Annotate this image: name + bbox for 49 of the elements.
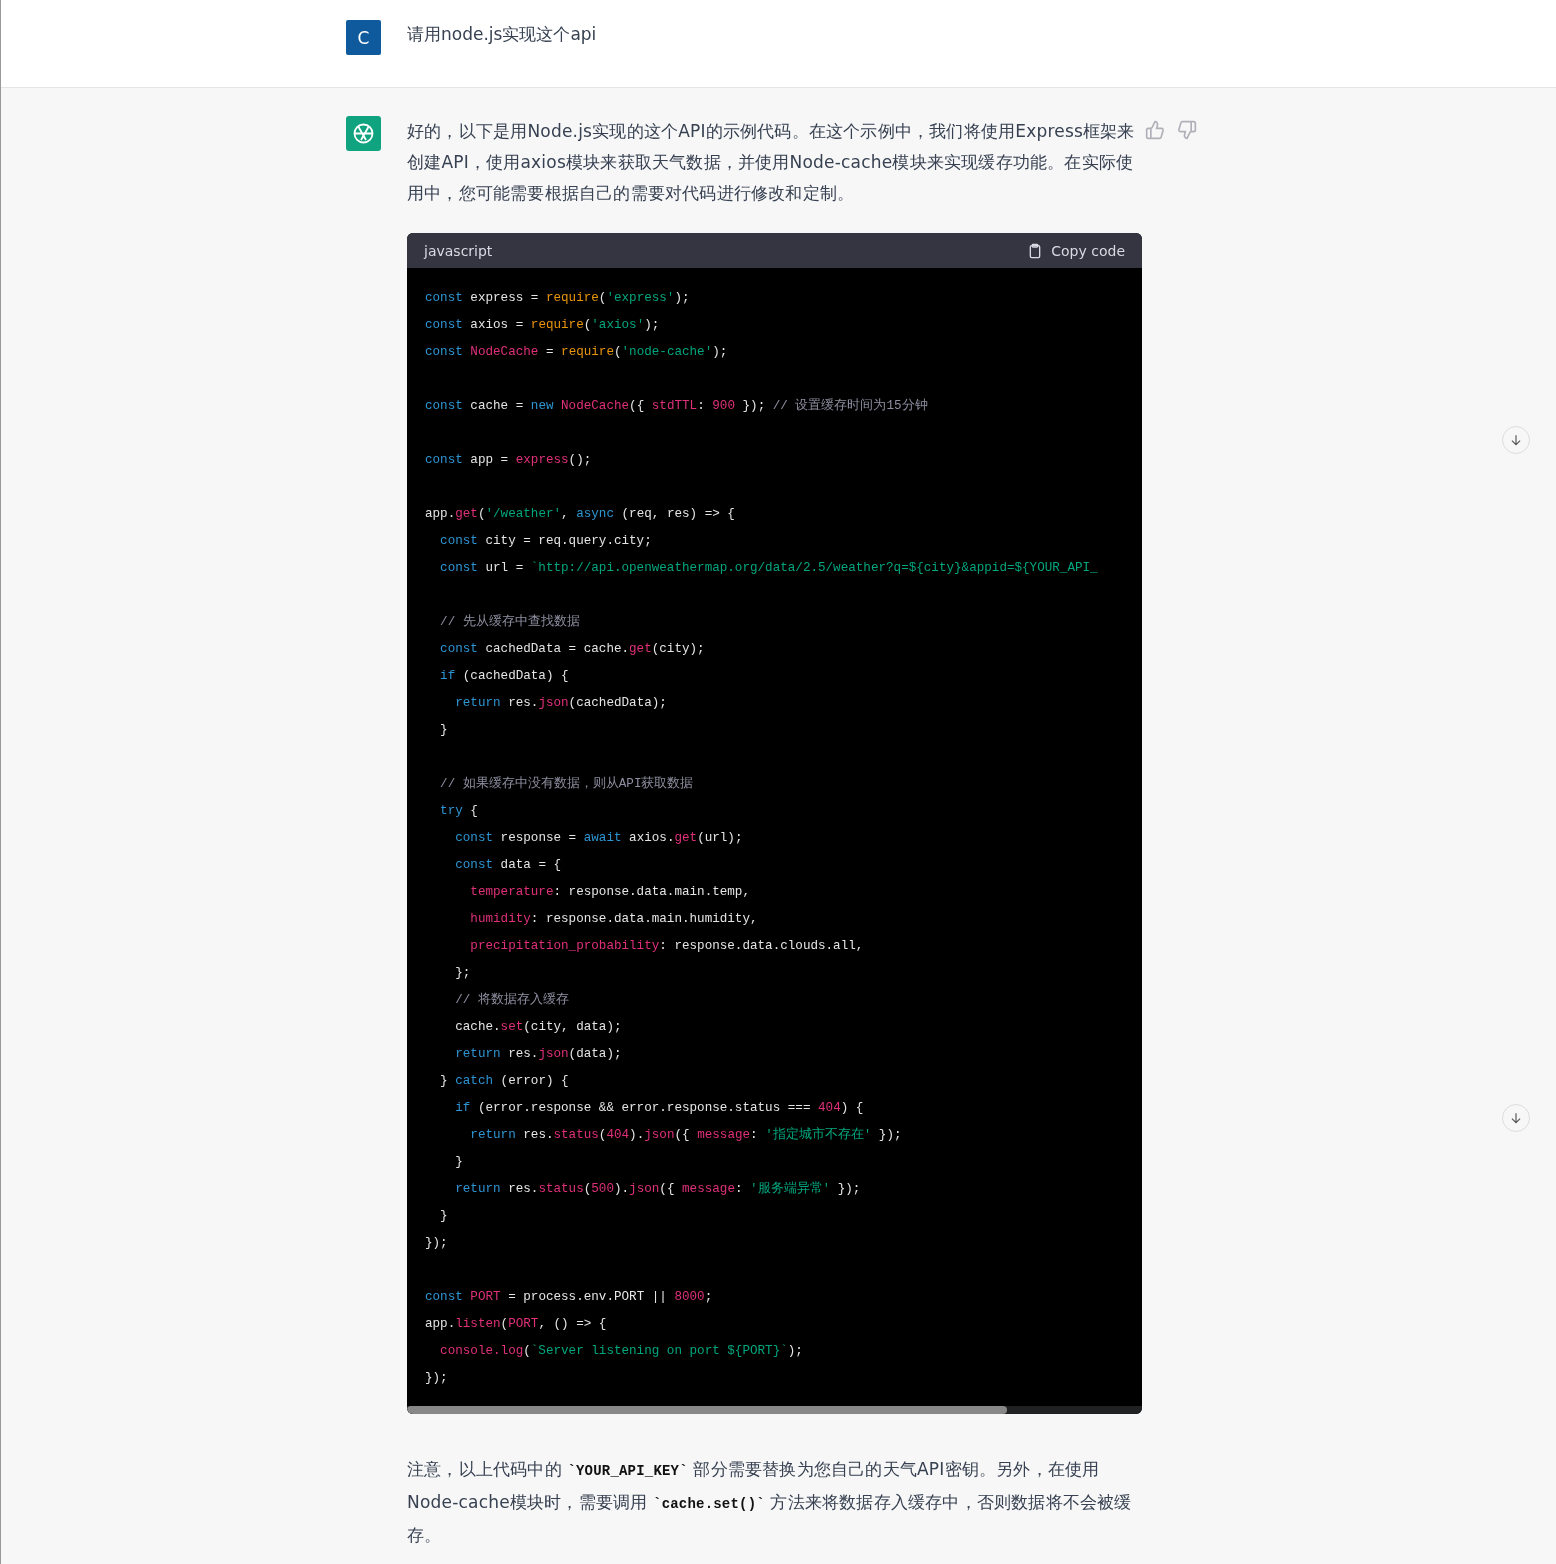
- code-line: if (error.response && error.response.status === 404) {: [454, 1100, 864, 1117]
- code-line: const response = await axios.get(url);: [454, 830, 743, 847]
- code-line: return res.json(data);: [454, 1046, 622, 1063]
- arrow-down-icon: [1509, 433, 1523, 447]
- code-line: }: [439, 722, 448, 739]
- code-line: humidity: response.data.main.humidity,: [469, 911, 758, 928]
- copy-code-button[interactable]: Copy code: [1027, 242, 1125, 259]
- code-line: });: [425, 1235, 448, 1252]
- code-line: return res.json(cachedData);: [454, 695, 667, 712]
- code-line: // 将数据存入缓存: [454, 991, 569, 1009]
- code-line: console.log(`Server listening on port ${PORT}`);: [439, 1343, 803, 1360]
- user-message: 请用node.js实现这个api: [407, 23, 597, 46]
- code-line: const axios = require('axios');: [425, 317, 660, 334]
- assistant-message: 好的，以下是用Node.js实现的这个API的示例代码。在这个示例中，我们将使用Express框架来创建API，使用axios模块来获取天气数据，并使用Node-cache模块来实现缓存功能。在实际使用中，您可能需要根据自己的需要对代码进行修改和定制。: [407, 120, 1135, 205]
- code-line: app.listen(PORT, () => {: [425, 1316, 607, 1333]
- code-line: app.get('/weather', async (req, res) => {: [425, 506, 735, 523]
- thumbs-down-icon[interactable]: [1177, 120, 1197, 140]
- code-line: temperature: response.data.main.temp,: [469, 884, 750, 901]
- code-line: precipitation_probability: response.data.clouds.all,: [469, 938, 864, 955]
- assistant-logo-icon: [346, 116, 381, 151]
- arrow-down-icon: [1509, 1111, 1523, 1125]
- code-line: const url = `http://api.openweathermap.org/data/2.5/weather?q=${city}&appid=${YOUR_API_: [439, 560, 1098, 577]
- code-line: }: [439, 1208, 448, 1225]
- scrollbar-thumb[interactable]: [407, 1406, 1007, 1414]
- code-line: // 先从缓存中查找数据: [439, 613, 580, 631]
- code-line: if (cachedData) {: [439, 668, 569, 685]
- code-line: }: [454, 1154, 463, 1171]
- code-line: } catch (error) {: [439, 1073, 569, 1090]
- code-language: javascript: [424, 242, 493, 259]
- code-line: const PORT = process.env.PORT || 8000;: [425, 1289, 713, 1306]
- code-line: return res.status(500).json({ message: '服务端异常' });: [454, 1180, 861, 1198]
- code-line: try {: [439, 803, 478, 820]
- scroll-down-button[interactable]: [1502, 426, 1530, 454]
- code-line: const cachedData = cache.get(city);: [439, 641, 705, 658]
- code-line: });: [425, 1370, 448, 1387]
- code-line: const express = require('express');: [425, 290, 690, 307]
- code-line: const cache = new NodeCache({ stdTTL: 900 }); // 设置缓存时间为15分钟: [425, 397, 928, 415]
- note-paragraph: 注意，以上代码中的 `YOUR_API_KEY` 部分需要替换为您自己的天气API密钥。另外，在使用Node-cache模块时，需要调用 `cache.set()` 方法来将数据存入缓存中，否则数据将不会被缓存。: [407, 1458, 1133, 1547]
- scroll-down-button[interactable]: [1502, 1104, 1530, 1132]
- code-line: const app = express();: [425, 452, 592, 469]
- code-line: // 如果缓存中没有数据，则从API获取数据: [439, 775, 694, 793]
- code-line: const data = {: [454, 857, 562, 874]
- code-line: };: [454, 965, 471, 982]
- user-avatar: C: [346, 20, 381, 55]
- code-line: return res.status(404).json({ message: '指定城市不存在' });: [469, 1126, 902, 1144]
- code-line: cache.set(city, data);: [454, 1019, 622, 1036]
- thumbs-up-icon[interactable]: [1145, 120, 1165, 140]
- code-line: const NodeCache = require('node-cache');: [425, 344, 728, 361]
- code-line: const city = req.query.city;: [439, 533, 652, 550]
